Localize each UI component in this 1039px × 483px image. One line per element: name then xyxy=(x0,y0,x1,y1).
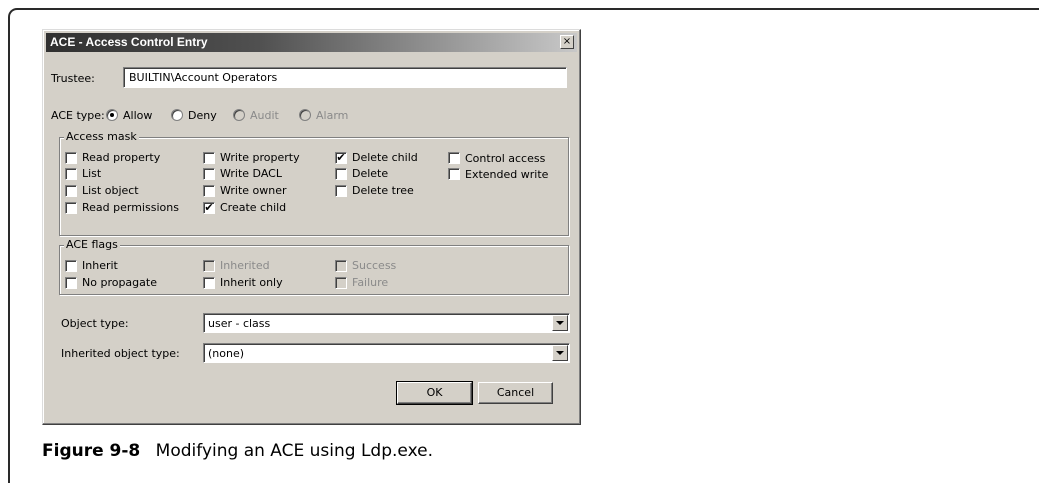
extended-write-label: Extended write xyxy=(465,168,549,181)
delete-checkbox[interactable] xyxy=(335,168,347,180)
inherited-object-type-value: (none) xyxy=(208,347,245,360)
chevron-down-icon[interactable] xyxy=(552,345,568,361)
ace-type-label: ACE type: xyxy=(51,109,105,122)
ok-button[interactable]: OK xyxy=(396,381,473,405)
object-type-select[interactable]: user - class xyxy=(203,313,570,333)
success-checkbox xyxy=(335,260,347,272)
list-checkbox[interactable] xyxy=(65,168,77,180)
inherit-only-label: Inherit only xyxy=(220,276,283,289)
access-mask-group: Access mask Read property List List obje… xyxy=(59,130,569,236)
list-object-checkbox[interactable] xyxy=(65,185,77,197)
trustee-label: Trustee: xyxy=(51,72,95,85)
object-type-label: Object type: xyxy=(61,317,129,330)
inherited-object-type-label: Inherited object type: xyxy=(61,347,180,360)
cancel-button[interactable]: Cancel xyxy=(478,382,553,404)
close-button[interactable]: × xyxy=(560,35,574,49)
write-property-checkbox[interactable] xyxy=(203,152,215,164)
failure-label: Failure xyxy=(352,276,389,289)
delete-child-label: Delete child xyxy=(352,151,418,164)
figure-caption: Figure 9-8 Modifying an ACE using Ldp.ex… xyxy=(42,441,433,461)
inherited-object-type-select[interactable]: (none) xyxy=(203,343,570,363)
ace-type-allow-radio[interactable] xyxy=(106,109,118,121)
write-dacl-checkbox[interactable] xyxy=(203,168,215,180)
delete-tree-label: Delete tree xyxy=(352,184,414,197)
read-permissions-checkbox[interactable] xyxy=(65,202,77,214)
inherited-label: Inherited xyxy=(220,259,270,272)
read-property-checkbox[interactable] xyxy=(65,152,77,164)
extended-write-checkbox[interactable] xyxy=(448,168,460,180)
inherit-checkbox[interactable] xyxy=(65,260,77,272)
ace-type-alarm-radio xyxy=(299,109,311,121)
trustee-input[interactable]: BUILTIN\Account Operators xyxy=(123,67,567,88)
write-dacl-label: Write DACL xyxy=(220,167,282,180)
close-icon: × xyxy=(562,36,572,47)
ace-dialog: ACE - Access Control Entry × Trustee: BU… xyxy=(42,29,581,425)
write-owner-checkbox[interactable] xyxy=(203,185,215,197)
figure-number: Figure 9-8 xyxy=(42,441,141,461)
write-owner-label: Write owner xyxy=(220,184,287,197)
inherit-label: Inherit xyxy=(82,259,118,272)
read-property-label: Read property xyxy=(82,151,161,164)
ace-flags-title: ACE flags xyxy=(64,238,120,251)
delete-label: Delete xyxy=(352,167,389,180)
create-child-label: Create child xyxy=(220,201,287,214)
no-propagate-checkbox[interactable] xyxy=(65,277,77,289)
ace-type-deny-label: Deny xyxy=(188,109,217,122)
chevron-down-icon[interactable] xyxy=(552,315,568,331)
ace-type-allow-label: Allow xyxy=(123,109,153,122)
delete-tree-checkbox[interactable] xyxy=(335,185,347,197)
title-bar[interactable]: ACE - Access Control Entry × xyxy=(46,33,577,52)
write-property-label: Write property xyxy=(220,151,300,164)
create-child-checkbox[interactable]: ✔ xyxy=(203,202,215,214)
figure-caption-text: Modifying an ACE using Ldp.exe. xyxy=(155,441,433,461)
ace-type-alarm-label: Alarm xyxy=(316,109,349,122)
list-object-label: List object xyxy=(82,184,139,197)
control-access-label: Control access xyxy=(465,152,546,165)
no-propagate-label: No propagate xyxy=(82,276,157,289)
dialog-title: ACE - Access Control Entry xyxy=(50,35,208,49)
access-mask-title: Access mask xyxy=(64,130,139,143)
object-type-value: user - class xyxy=(208,317,271,330)
ace-type-audit-label: Audit xyxy=(250,109,279,122)
success-label: Success xyxy=(352,259,397,272)
ace-flags-group: ACE flags Inherit No propagate Inherited… xyxy=(59,238,569,295)
inherit-only-checkbox[interactable] xyxy=(203,277,215,289)
read-permissions-label: Read permissions xyxy=(82,201,179,214)
failure-checkbox xyxy=(335,277,347,289)
list-label: List xyxy=(82,167,102,180)
ace-type-audit-radio xyxy=(233,109,245,121)
ace-type-deny-radio[interactable] xyxy=(171,109,183,121)
control-access-checkbox[interactable] xyxy=(448,152,460,164)
delete-child-checkbox[interactable]: ✔ xyxy=(335,152,347,164)
inherited-checkbox xyxy=(203,260,215,272)
